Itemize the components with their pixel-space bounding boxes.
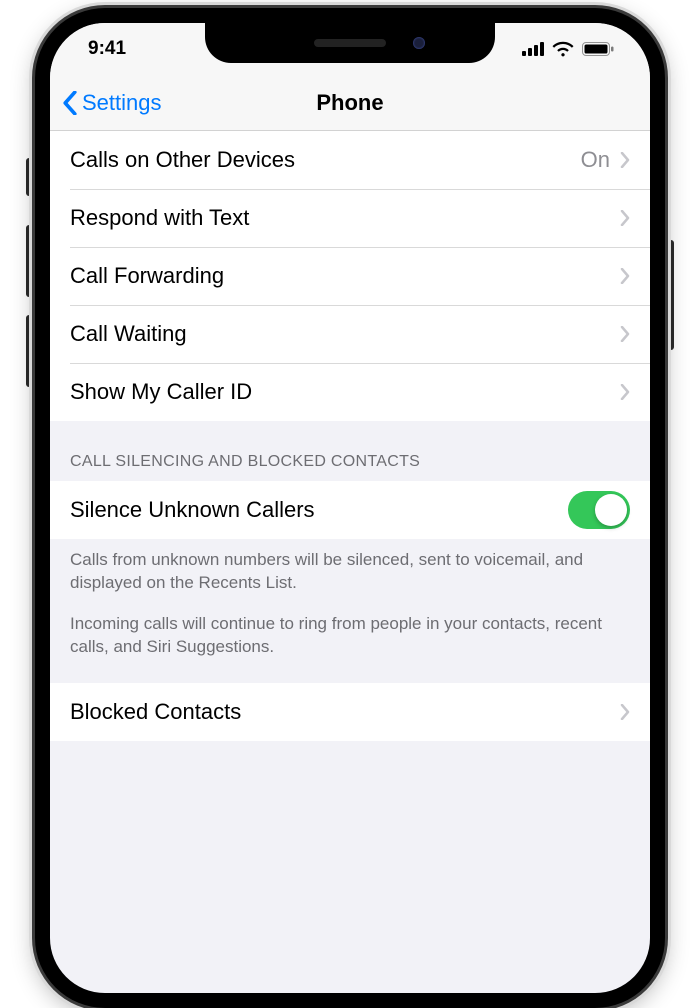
cellular-icon — [522, 42, 544, 56]
battery-icon — [582, 42, 614, 56]
row-call-waiting[interactable]: Call Waiting — [50, 305, 650, 363]
back-label: Settings — [82, 90, 162, 116]
row-label: Call Forwarding — [70, 263, 620, 289]
row-calls-on-other-devices[interactable]: Calls on Other Devices On — [50, 131, 650, 189]
row-label: Respond with Text — [70, 205, 620, 231]
chevron-right-icon — [620, 704, 630, 720]
chevron-right-icon — [620, 326, 630, 342]
row-silence-unknown-callers[interactable]: Silence Unknown Callers — [50, 481, 650, 539]
row-label: Silence Unknown Callers — [70, 497, 568, 523]
wifi-icon — [552, 41, 574, 57]
footer-text-1: Calls from unknown numbers will be silen… — [70, 549, 630, 595]
chevron-left-icon — [62, 91, 78, 115]
row-call-forwarding[interactable]: Call Forwarding — [50, 247, 650, 305]
calls-settings-group: Calls on Other Devices On Respond with T… — [50, 131, 650, 421]
row-label: Blocked Contacts — [70, 699, 620, 725]
chevron-right-icon — [620, 268, 630, 284]
section-footer-silencing: Calls from unknown numbers will be silen… — [50, 539, 650, 683]
chevron-right-icon — [620, 384, 630, 400]
row-respond-with-text[interactable]: Respond with Text — [50, 189, 650, 247]
row-blocked-contacts[interactable]: Blocked Contacts — [50, 683, 650, 741]
section-header-silencing: Call Silencing and Blocked Contacts — [50, 421, 650, 481]
row-show-my-caller-id[interactable]: Show My Caller ID — [50, 363, 650, 421]
row-label: Calls on Other Devices — [70, 147, 581, 173]
silence-unknown-switch[interactable] — [568, 491, 630, 529]
back-button[interactable]: Settings — [50, 90, 162, 116]
nav-bar: Settings Phone — [50, 75, 650, 131]
device-notch — [205, 23, 495, 63]
row-label: Show My Caller ID — [70, 379, 620, 405]
row-label: Call Waiting — [70, 321, 620, 347]
row-value: On — [581, 147, 610, 173]
chevron-right-icon — [620, 210, 630, 226]
blocked-group: Blocked Contacts — [50, 683, 650, 741]
status-time: 9:41 — [88, 38, 126, 60]
silencing-group: Silence Unknown Callers — [50, 481, 650, 539]
chevron-right-icon — [620, 152, 630, 168]
footer-text-2: Incoming calls will continue to ring fro… — [70, 613, 630, 659]
